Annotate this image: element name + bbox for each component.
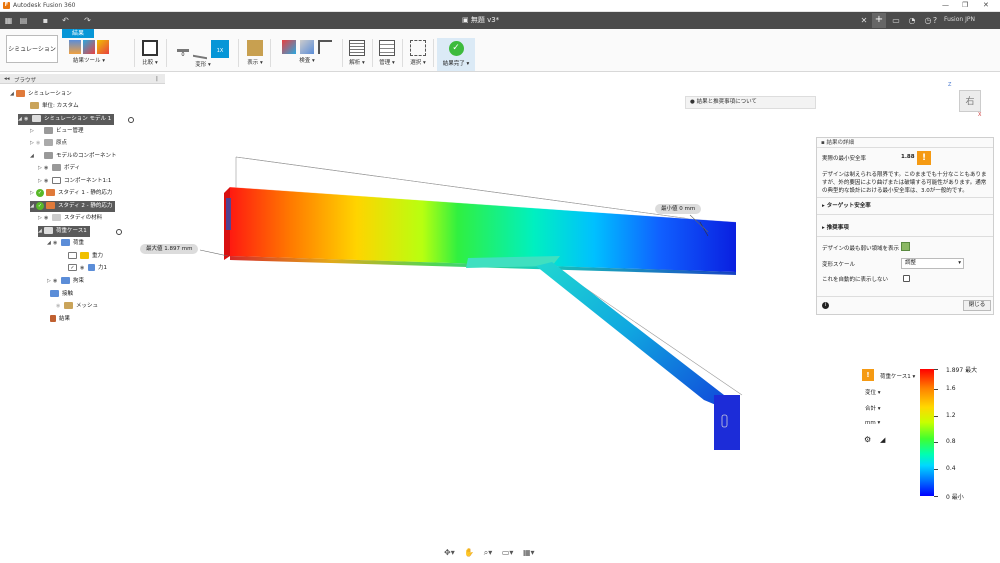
divider: [817, 197, 993, 198]
warning-icon: !: [917, 151, 931, 165]
legend-tick: [934, 369, 938, 370]
unit-select[interactable]: mm ▾: [865, 420, 880, 426]
z-axis-label: Z: [948, 82, 952, 88]
deformed-strut: [466, 256, 740, 450]
loadcase-select[interactable]: 荷重ケース1 ▾: [880, 372, 915, 380]
divider: [817, 236, 993, 237]
legend-tick-label: 1.897 最大: [946, 367, 978, 374]
deform-scale-select[interactable]: 調整 ▾: [901, 258, 964, 269]
divider: [817, 214, 993, 215]
min-value-label: 最小値 0 mm: [655, 204, 702, 214]
legend-tick: [934, 388, 938, 390]
results-details-panel: ▪ 結果の詳細 実際の最小安全率 1.88 ! デザインは制えられる限界です。こ…: [816, 137, 994, 315]
legend-tick-label: 1.6: [946, 384, 956, 392]
section-recommendations[interactable]: ▸ 推奨事項: [822, 223, 849, 231]
navigation-bar: ✥▾ ✋ ⌕▾ ▭▾ ▦▾: [444, 548, 542, 558]
display-settings-icon[interactable]: ▭▾: [502, 548, 514, 557]
legend-scale-icon[interactable]: ◢: [880, 436, 885, 444]
divider: [817, 296, 993, 297]
fusion-window: F Autodesk Fusion 360 — ❐ ✕ ▦ ▤ ▪ ↶ ↷ ▣ …: [0, 0, 1000, 563]
max-value-label: 最大値 1.897 mm: [140, 244, 199, 254]
deform-scale-label: 変形スケール: [822, 262, 856, 268]
x-axis-label: X: [978, 112, 982, 118]
fixed-constraint-marker: [226, 198, 231, 230]
warning-icon[interactable]: !: [862, 369, 874, 381]
auto-show-checkbox[interactable]: [903, 275, 910, 282]
info-icon[interactable]: i: [822, 302, 829, 309]
close-button[interactable]: 閉じる: [963, 300, 991, 311]
pan-icon[interactable]: ✋: [464, 548, 474, 557]
details-header[interactable]: ▪ 結果の詳細: [817, 138, 993, 148]
legend-tick-label: 0 最小: [946, 494, 964, 501]
legend-tick-label: 0.4: [946, 465, 956, 473]
component-select[interactable]: 合計 ▾: [865, 404, 881, 412]
legend-tick-label: 0.8: [946, 438, 956, 446]
legend-tick: [934, 442, 938, 444]
max-callout-line: [199, 249, 229, 257]
section-target-fos[interactable]: ▸ ターゲット安全率: [822, 201, 871, 209]
zoom-icon[interactable]: ⌕▾: [484, 548, 493, 557]
view-cube-face[interactable]: 右: [959, 90, 981, 112]
result-type-select[interactable]: 変位 ▾: [865, 388, 881, 396]
weakest-area-label: デザインの最も弱い領域を表示: [822, 246, 900, 252]
fos-message: デザインは制えられる限界です。このままでも十分なこともありますが、外的要因により…: [822, 172, 987, 194]
legend-settings-gear-icon[interactable]: ⚙: [864, 435, 871, 444]
auto-show-label: これを自動的に表示しない: [822, 277, 889, 283]
results-tips-bar[interactable]: ● 結果と推奨事項について: [685, 96, 816, 109]
grid-icon[interactable]: ▦▾: [523, 548, 535, 557]
legend-colorbar: [920, 369, 934, 496]
fos-value: 1.88: [901, 154, 915, 160]
legend-tick: [934, 415, 938, 417]
view-cube[interactable]: Z 右 X: [944, 82, 984, 124]
chevron-down-icon: ▾: [958, 260, 961, 266]
details-title: 結果の詳細: [826, 140, 854, 146]
legend-tick-label: 1.2: [946, 411, 956, 419]
legend-tick: [934, 469, 938, 471]
results-tips-label: 結果と推奨事項について: [696, 99, 757, 105]
weakest-area-button[interactable]: [901, 242, 910, 251]
orbit-icon[interactable]: ✥▾: [444, 548, 455, 557]
fos-label: 実際の最小安全率: [822, 156, 867, 162]
legend-tick: [934, 496, 938, 497]
